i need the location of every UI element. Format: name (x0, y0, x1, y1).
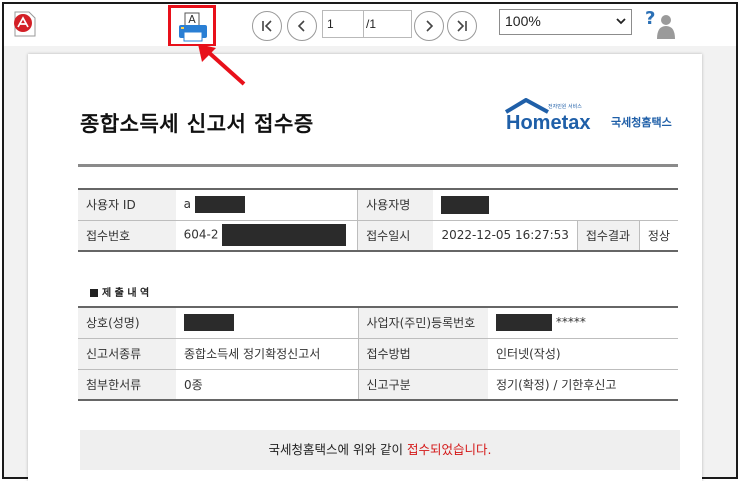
confirmation-text: 국세청홈택스에 위와 같이 (268, 442, 407, 457)
biz-number-value-cell: ***** (488, 306, 678, 339)
user-id-value: a (183, 197, 191, 212)
user-name-value-cell (433, 188, 678, 221)
page-total-value: /1 (366, 17, 377, 31)
table-row: 상호(성명) 사업자(주민)등록번호 ***** (78, 306, 678, 339)
print-button[interactable]: A (168, 5, 216, 47)
receipt-number-value-cell: 604-2 (175, 220, 358, 252)
title-divider (78, 164, 678, 167)
square-bullet-icon (90, 289, 98, 297)
last-page-button[interactable] (447, 11, 477, 41)
help-icon[interactable]: ? (644, 7, 678, 41)
receipt-number-label: 접수번호 (78, 220, 176, 252)
form-type-value: 종합소득세 정기확정신고서 (176, 338, 358, 370)
table-row: 첨부한서류 0종 신고구분 정기(확정) / 기한후신고 (78, 369, 678, 401)
pdf-file-icon (14, 11, 36, 37)
redaction-block (222, 224, 347, 247)
company-label: 상호(성명) (78, 306, 176, 339)
method-label: 접수방법 (357, 338, 488, 370)
page-total: /1 (364, 10, 412, 38)
confirmation-banner: 국세청홈택스에 위와 같이 접수되었습니다. (80, 430, 680, 470)
redaction-block (194, 196, 245, 214)
biz-number-label: 사업자(주민)등록번호 (357, 306, 488, 339)
attachments-label: 첨부한서류 (78, 369, 176, 401)
first-page-button[interactable] (252, 11, 282, 41)
receipt-date-label: 접수일시 (357, 220, 434, 252)
receipt-result-label: 접수결과 (576, 220, 640, 252)
confirmation-highlight: 접수되었습니다. (406, 442, 492, 457)
form-type-label: 신고서종류 (78, 338, 176, 370)
zoom-value: 100% (505, 13, 541, 29)
table-row: 사용자 ID a 사용자명 (78, 188, 678, 221)
logo-main-text: Hometax (506, 112, 590, 134)
filing-type-value: 정기(확정) / 기한후신고 (488, 369, 678, 401)
section-label-text: 제 출 내 역 (102, 288, 150, 299)
last-page-icon (457, 20, 467, 32)
print-icon-letter: A (188, 13, 196, 26)
section-label: 제 출 내 역 (90, 284, 149, 299)
document-viewer[interactable]: 종합소득세 신고서 접수증 전자민원 서비스 Hometax 국세청홈택스 사용… (4, 46, 736, 481)
filing-type-label: 신고구분 (357, 369, 488, 401)
page-number-input[interactable]: 1 (322, 10, 364, 38)
document-page: 종합소득세 신고서 접수증 전자민원 서비스 Hometax 국세청홈택스 사용… (28, 54, 702, 481)
user-name-label: 사용자명 (357, 188, 434, 221)
table-row: 접수번호 604-2 접수일시 2022-12-05 16:27:53 접수결과… (78, 220, 678, 252)
annotation-arrow-icon (198, 44, 246, 86)
receipt-info-table: 사용자 ID a 사용자명 접수번호 604-2 접수일시 2022-12-05… (78, 188, 678, 252)
method-value: 인터넷(작성) (488, 338, 678, 370)
redaction-block (441, 195, 490, 214)
chevron-down-icon (616, 18, 626, 25)
hometax-logo: 전자민원 서비스 Hometax 국세청홈택스 (504, 98, 672, 134)
chevron-left-icon (297, 20, 305, 32)
previous-page-button[interactable] (287, 11, 317, 41)
pdf-viewer-window: A 1 /1 100% ? 종합소득세 신고서 접수증 전자민원 서비스 Hom… (2, 2, 738, 481)
company-value-cell (176, 306, 358, 339)
document-title: 종합소득세 신고서 접수증 (80, 112, 314, 136)
first-page-icon (262, 20, 272, 32)
redaction-block (496, 314, 552, 332)
receipt-result-value: 정상 (638, 220, 678, 252)
receipt-number-value: 604-2 (183, 227, 219, 242)
receipt-date-value: 2022-12-05 16:27:53 (433, 220, 578, 252)
attachments-value: 0종 (176, 369, 358, 401)
table-row: 신고서종류 종합소득세 정기확정신고서 접수방법 인터넷(작성) (78, 338, 678, 370)
viewer-toolbar: A 1 /1 100% ? (4, 4, 736, 47)
redaction-block (184, 314, 234, 332)
user-id-value-cell: a (175, 188, 358, 221)
printer-icon: A (179, 12, 207, 42)
biz-number-suffix: ***** (555, 315, 586, 330)
svg-text:?: ? (645, 8, 655, 29)
logo-small-text: 전자민원 서비스 (548, 103, 582, 110)
user-id-label: 사용자 ID (78, 188, 176, 221)
logo-suffix-text: 국세청홈택스 (611, 115, 672, 129)
submission-table: 상호(성명) 사업자(주민)등록번호 ***** 신고서종류 종합소득세 정기확… (78, 306, 678, 401)
next-page-button[interactable] (414, 11, 444, 41)
chevron-right-icon (426, 20, 434, 32)
zoom-select[interactable]: 100% (499, 9, 632, 35)
page-number-value: 1 (327, 17, 334, 31)
